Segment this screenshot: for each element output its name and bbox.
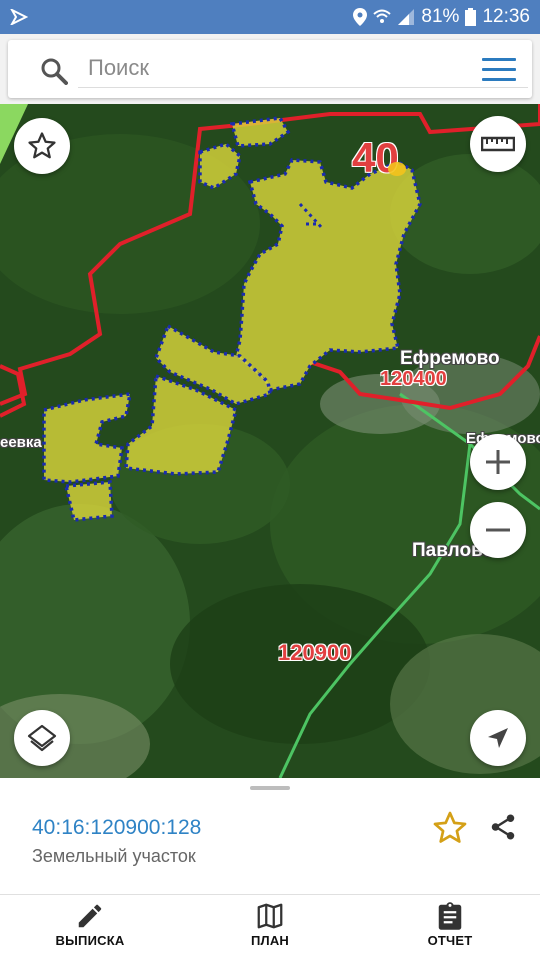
minus-icon bbox=[486, 528, 510, 532]
clipboard-icon bbox=[438, 902, 462, 930]
zoom-in-button[interactable] bbox=[470, 434, 526, 490]
map-icon bbox=[257, 903, 283, 929]
navigation-arrow-icon bbox=[488, 728, 508, 748]
search-icon[interactable] bbox=[40, 57, 68, 85]
quarter-label-120900: 120900 bbox=[278, 640, 352, 665]
nav-extract-label: ВЫПИСКА bbox=[55, 933, 125, 948]
parcel-type: Земельный участок bbox=[32, 846, 196, 866]
nav-report[interactable]: ОТЧЕТ bbox=[380, 895, 520, 960]
battery-icon bbox=[465, 8, 477, 26]
layers-icon bbox=[27, 724, 57, 752]
satellite-map bbox=[0, 104, 540, 778]
layers-button[interactable] bbox=[14, 710, 70, 766]
parcel-info-sheet[interactable]: 40:16:120900:128 Земельный участок bbox=[0, 778, 540, 894]
ruler-button[interactable] bbox=[470, 116, 526, 172]
wifi-icon bbox=[373, 9, 392, 23]
location-icon bbox=[353, 8, 368, 26]
cadastral-number[interactable]: 40:16:120900:128 bbox=[32, 816, 201, 840]
signal-icon bbox=[398, 9, 415, 25]
nav-plan[interactable]: ПЛАН bbox=[200, 895, 340, 960]
quarter-label-120400: 120400 bbox=[380, 368, 447, 390]
status-bar: 81% 12:36 bbox=[0, 0, 540, 34]
search-bar bbox=[8, 40, 532, 98]
zoom-out-button[interactable] bbox=[470, 502, 526, 558]
app-screen: 81% 12:36 Поиск 40 Ефремово 120400 Павло… bbox=[0, 0, 540, 960]
ruler-icon bbox=[481, 136, 515, 152]
village-label-left-partial: еевка bbox=[0, 434, 42, 451]
bottom-navigation: ВЫПИСКА ПЛАН ОТЧЕТ bbox=[0, 894, 540, 960]
share-icon[interactable] bbox=[488, 812, 518, 842]
star-outline-icon bbox=[28, 132, 56, 159]
drag-handle[interactable] bbox=[250, 786, 290, 790]
nav-report-label: ОТЧЕТ bbox=[427, 933, 473, 948]
favorite-star-icon[interactable] bbox=[432, 810, 468, 846]
battery-percent: 81% bbox=[421, 6, 460, 27]
search-area bbox=[0, 34, 540, 104]
plus-icon bbox=[486, 450, 510, 474]
locality-marker bbox=[388, 162, 406, 176]
menu-icon[interactable] bbox=[482, 58, 516, 82]
village-label-efremovo: Ефремово bbox=[400, 348, 500, 369]
favorites-button[interactable] bbox=[14, 118, 70, 174]
clock: 12:36 bbox=[482, 6, 530, 27]
nav-plan-label: ПЛАН bbox=[250, 933, 290, 948]
my-location-button[interactable] bbox=[470, 710, 526, 766]
notification-flag-icon bbox=[10, 9, 28, 25]
pencil-icon bbox=[78, 904, 102, 928]
nav-extract[interactable]: ВЫПИСКА bbox=[20, 895, 160, 960]
map-view[interactable]: 40 Ефремово 120400 Ефремово Павлово 1209… bbox=[0, 104, 540, 778]
search-input[interactable] bbox=[78, 48, 528, 88]
